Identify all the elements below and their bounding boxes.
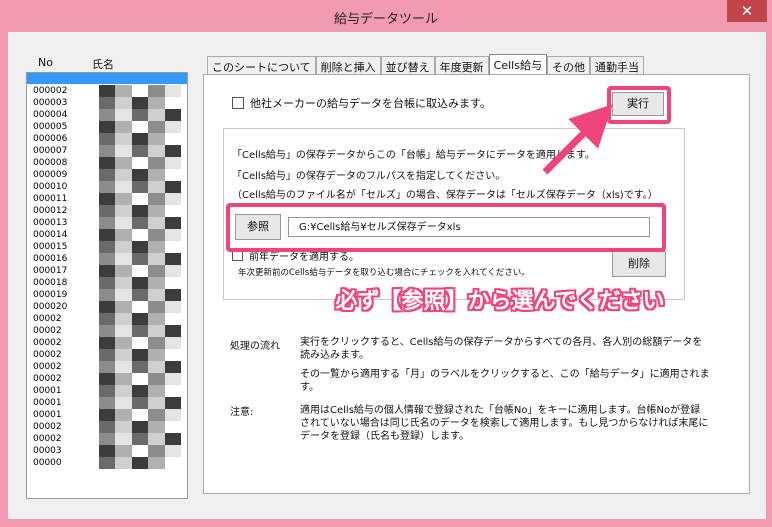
note-text: 適用はCells給与の個人情報で登録された「台帳No」をキーに適用します。台帳N… (300, 405, 709, 442)
flow-label: 処理の流れ (230, 341, 280, 352)
note-label: 注意: (230, 407, 254, 418)
flow-text-1: 実行をクリックすると、Cells給与の保存データからすべての各月、各人別の総額デ… (300, 337, 703, 361)
flow-text-2: その一覧から適用する「月」のラベルをクリックすると、この「給与データ」に適用され… (300, 369, 710, 393)
annotation-arrow (542, 104, 613, 175)
instruction-banner: 必ず【参照】から選んでください (335, 289, 665, 314)
arrow-icon (542, 104, 613, 175)
